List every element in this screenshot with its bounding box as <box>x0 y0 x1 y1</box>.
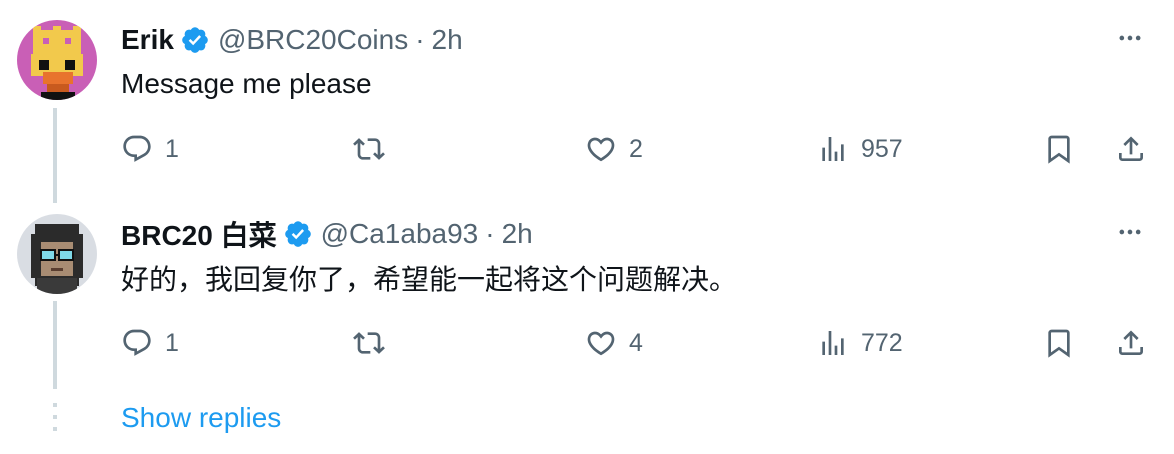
like-icon <box>587 137 615 162</box>
retweet-button[interactable] <box>353 323 385 363</box>
tweet[interactable]: Erik @BRC20Coins · 2h Message me please … <box>0 0 1174 203</box>
more-icon[interactable] <box>1114 216 1146 248</box>
tweet[interactable]: BRC20 白菜 @Ca1aba93 · 2h 好的，我回复你了，希望能一起将这… <box>0 195 1174 390</box>
tweet-text: Message me please <box>121 68 372 99</box>
verified-badge-icon <box>283 219 313 249</box>
avatar[interactable] <box>17 20 97 100</box>
views-button[interactable]: 957 <box>817 129 903 169</box>
like-count: 2 <box>629 134 643 163</box>
reply-button[interactable]: 1 <box>121 323 179 363</box>
verified-badge-icon <box>180 25 210 55</box>
reply-count: 1 <box>165 328 179 357</box>
thread-line <box>53 108 57 203</box>
separator: · <box>415 24 425 55</box>
timestamp[interactable]: 2h <box>432 24 463 56</box>
reply-icon <box>123 135 151 162</box>
display-name[interactable]: BRC20 白菜 <box>121 214 277 254</box>
tweet-text: 好的，我回复你了，希望能一起将这个问题解决。 <box>121 264 738 295</box>
tweet-header: Erik @BRC20Coins · 2h <box>121 20 463 60</box>
separator: · <box>485 218 495 249</box>
views-icon <box>822 331 844 355</box>
tweet-actions: 1 4 772 <box>121 323 1174 363</box>
more-replies-dots-icon <box>53 403 57 431</box>
share-icon <box>1119 330 1143 355</box>
reply-count: 1 <box>165 134 179 163</box>
retweet-icon <box>353 138 385 160</box>
timestamp[interactable]: 2h <box>502 218 533 250</box>
views-icon <box>822 137 844 161</box>
thread-line <box>53 301 57 389</box>
share-button[interactable] <box>1115 129 1147 169</box>
like-count: 4 <box>629 328 643 357</box>
views-count: 957 <box>861 134 903 163</box>
display-name[interactable]: Erik <box>121 24 174 56</box>
like-button[interactable]: 4 <box>585 323 643 363</box>
avatar[interactable] <box>17 214 97 294</box>
like-button[interactable]: 2 <box>585 129 643 169</box>
show-replies-link[interactable]: Show replies <box>121 402 281 434</box>
handle[interactable]: @BRC20Coins <box>218 24 408 56</box>
retweet-icon <box>353 332 385 354</box>
like-icon <box>587 331 615 356</box>
bookmark-icon <box>1048 135 1070 164</box>
handle[interactable]: @Ca1aba93 <box>321 218 479 250</box>
tweet-header: BRC20 白菜 @Ca1aba93 · 2h <box>121 214 533 254</box>
more-icon[interactable] <box>1114 22 1146 54</box>
bookmark-button[interactable] <box>1043 323 1075 363</box>
reply-icon <box>123 329 151 356</box>
bookmark-button[interactable] <box>1043 129 1075 169</box>
bookmark-icon <box>1048 329 1070 358</box>
share-button[interactable] <box>1115 323 1147 363</box>
tweet-actions: 1 2 957 <box>121 129 1174 169</box>
retweet-button[interactable] <box>353 129 385 169</box>
views-count: 772 <box>861 328 903 357</box>
views-button[interactable]: 772 <box>817 323 903 363</box>
reply-button[interactable]: 1 <box>121 129 179 169</box>
share-icon <box>1119 136 1143 161</box>
